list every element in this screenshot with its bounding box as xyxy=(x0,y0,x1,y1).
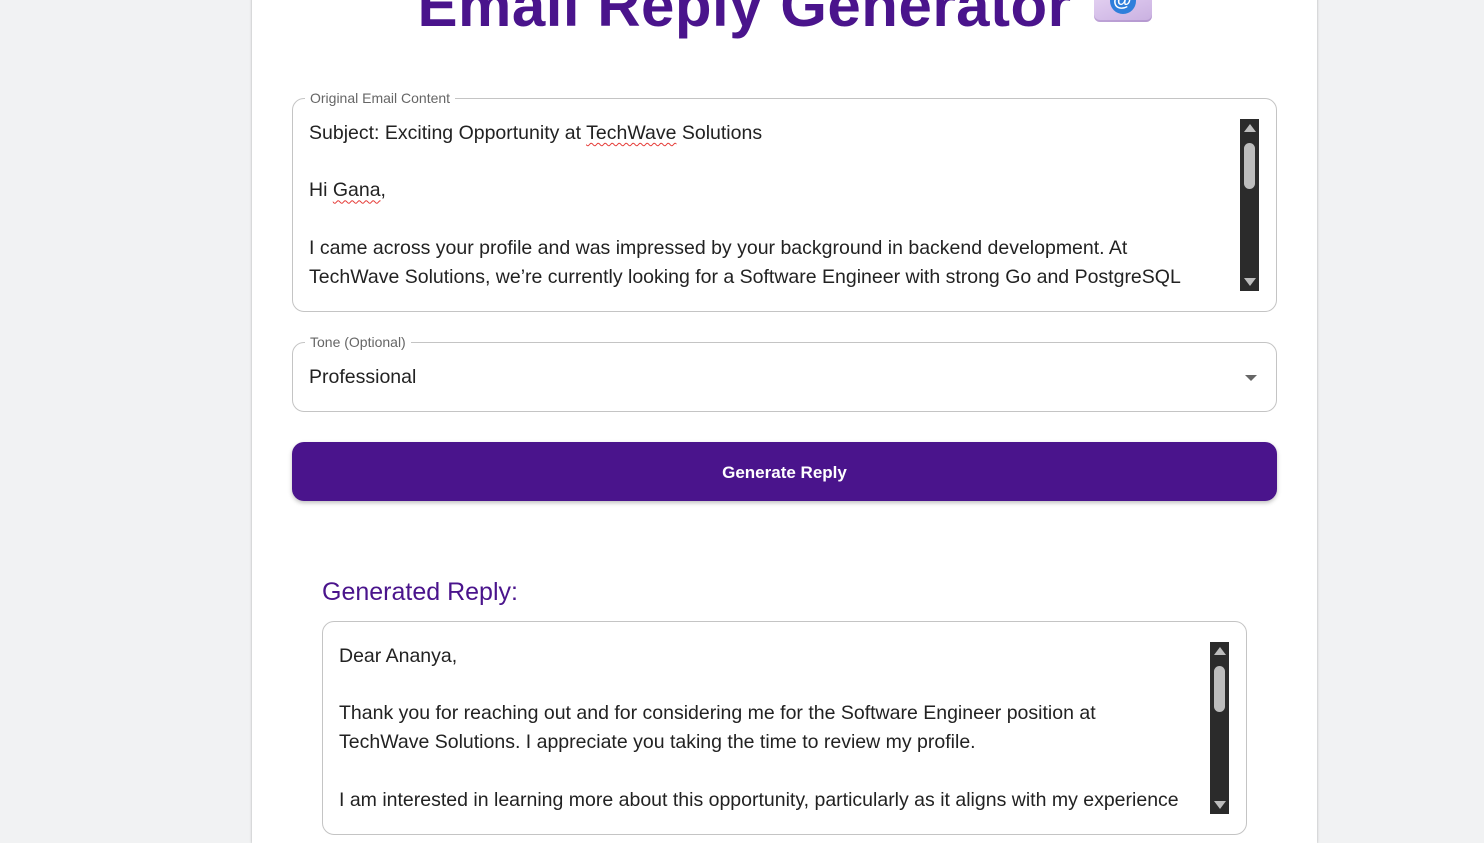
page-title: Email Reply Generator @ xyxy=(252,0,1317,46)
scrollbar-thumb[interactable] xyxy=(1214,666,1225,712)
generate-reply-button[interactable]: Generate Reply xyxy=(292,442,1277,501)
main-card: Email Reply Generator @ Original Email Co… xyxy=(252,0,1317,843)
generated-reply-heading: Generated Reply: xyxy=(322,578,518,606)
tone-select[interactable]: Tone (Optional) Professional xyxy=(292,334,1277,412)
reply-scrollbar[interactable] xyxy=(1210,642,1229,814)
tone-label: Tone (Optional) xyxy=(305,334,411,351)
email-subject-line: Subject: Exciting Opportunity at TechWav… xyxy=(309,122,763,144)
dropdown-arrow-icon[interactable] xyxy=(1245,375,1257,381)
original-email-textarea[interactable]: Subject: Exciting Opportunity at TechWav… xyxy=(309,119,1239,291)
reply-body-line: I am interested in learning more about t… xyxy=(339,788,1179,811)
email-greeting-line: Hi Gana, xyxy=(309,179,386,202)
scroll-down-arrow-icon[interactable] xyxy=(1214,801,1226,809)
reply-salutation-line: Dear Ananya, xyxy=(339,645,458,667)
scrollbar-thumb[interactable] xyxy=(1244,143,1255,189)
scroll-up-arrow-icon[interactable] xyxy=(1244,124,1256,132)
generated-reply-field[interactable]: Dear Ananya, Thank you for reaching out … xyxy=(322,621,1247,835)
generated-reply-textarea[interactable]: Dear Ananya, Thank you for reaching out … xyxy=(339,642,1209,814)
email-at-icon: @ xyxy=(1093,0,1152,23)
reply-body-line: Thank you for reaching out and for consi… xyxy=(339,702,1096,725)
scroll-down-arrow-icon[interactable] xyxy=(1244,278,1256,286)
scroll-up-arrow-icon[interactable] xyxy=(1214,647,1226,655)
reply-body-line: TechWave Solutions. I appreciate you tak… xyxy=(339,731,976,754)
email-body-line: TechWave Solutions, we’re currently look… xyxy=(309,265,1181,288)
original-email-label: Original Email Content xyxy=(305,90,456,107)
email-body-line: I came across your profile and was impre… xyxy=(309,236,1128,259)
tone-selected-value[interactable]: Professional xyxy=(309,363,416,391)
email-scrollbar[interactable] xyxy=(1240,119,1259,291)
page-title-text: Email Reply Generator xyxy=(417,0,1072,39)
original-email-field[interactable]: Original Email Content Subject: Exciting… xyxy=(292,90,1277,312)
